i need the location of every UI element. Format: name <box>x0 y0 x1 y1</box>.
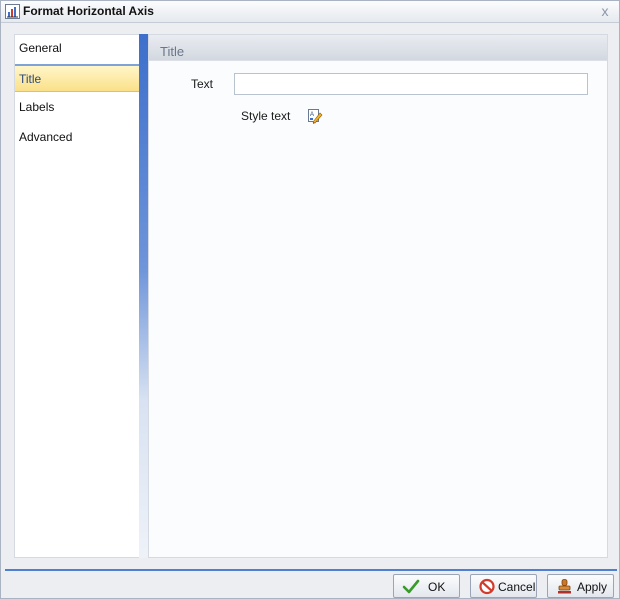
style-brush-icon[interactable]: A <box>307 108 323 124</box>
close-icon[interactable]: x <box>598 4 612 18</box>
nav-item-label: Advanced <box>19 130 73 144</box>
nav-item-general[interactable]: General <box>15 35 139 63</box>
nav-item-label: Labels <box>19 100 55 114</box>
nav-item-label: General <box>19 41 62 55</box>
no-entry-icon <box>479 578 497 595</box>
section-header: Title <box>149 35 607 61</box>
title-settings-panel: Title Text Style text A <box>148 34 608 558</box>
nav-item-labels[interactable]: Labels <box>15 94 139 122</box>
stamp-icon <box>556 578 574 595</box>
category-nav: General Title Labels Advanced <box>14 34 140 558</box>
text-field-label: Text <box>191 77 214 91</box>
cancel-button[interactable]: Cancel <box>470 574 537 598</box>
svg-text:A: A <box>310 112 314 118</box>
chart-axis-icon <box>5 4 20 19</box>
nav-item-title[interactable]: Title <box>15 64 139 92</box>
checkmark-icon <box>402 578 420 595</box>
footer-separator <box>5 569 617 571</box>
apply-label: Apply <box>577 580 608 594</box>
style-text-label: Style text <box>241 109 291 123</box>
panel-accent-bar <box>139 34 148 558</box>
ok-button[interactable]: OK <box>393 574 460 598</box>
dialog-title: Format Horizontal Axis <box>23 4 154 18</box>
title-text-input[interactable] <box>234 73 588 95</box>
ok-label: OK <box>428 580 446 594</box>
cancel-label: Cancel <box>498 580 536 594</box>
format-horizontal-axis-dialog: Format Horizontal Axis x General Title L… <box>0 0 620 599</box>
section-title: Title <box>160 44 185 59</box>
nav-item-label: Title <box>19 72 42 86</box>
nav-item-advanced[interactable]: Advanced <box>15 124 139 152</box>
apply-button[interactable]: Apply <box>547 574 614 598</box>
title-bar: Format Horizontal Axis x <box>1 1 619 23</box>
